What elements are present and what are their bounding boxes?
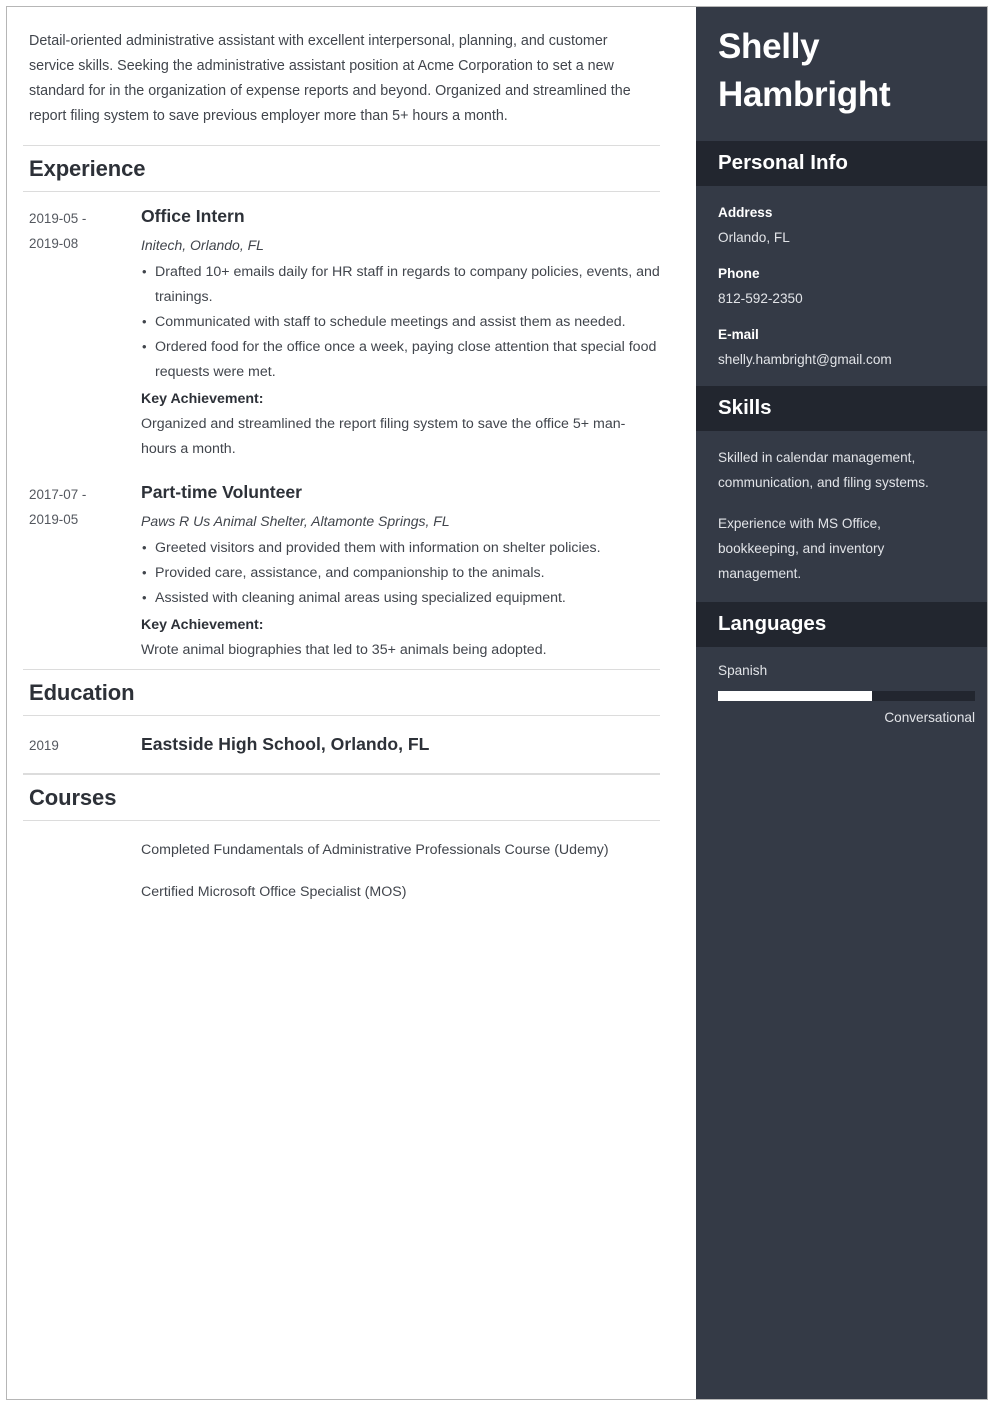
duty-list: Drafted 10+ emails daily for HR staff in… [141,259,660,385]
email-label: E-mail [718,327,759,342]
experience-entry-dates: 2019-05 - 2019-08 [29,204,141,462]
personal-info-heading: Personal Info [718,151,848,174]
courses-body: Completed Fundamentals of Administrative… [23,821,660,913]
job-organization: Paws R Us Animal Shelter, Altamonte Spri… [141,513,450,529]
skill-item: Experience with MS Office, bookkeeping, … [718,516,885,581]
duty-item: Greeted visitors and provided them with … [141,535,660,561]
experience-section: Experience 2019-05 - 2019-08 Office Inte… [23,145,660,669]
language-proficiency-bar [718,691,975,701]
duty-item: Assisted with cleaning animal areas usin… [141,585,660,611]
job-organization: Initech, Orlando, FL [141,237,264,253]
courses-section-header: Courses [23,774,660,821]
job-title: Office Intern [141,206,245,226]
experience-entry-dates: 2017-07 - 2019-05 [29,480,141,663]
education-entry: 2019 Eastside High School, Orlando, FL [23,716,660,774]
course-row: Certified Microsoft Office Specialist (M… [23,871,660,913]
course-date-spacer [29,839,141,861]
course-row: Completed Fundamentals of Administrative… [23,829,660,871]
course-text: Certified Microsoft Office Specialist (M… [141,884,407,900]
name-block: Shelly Hambright [696,7,987,141]
main-column: Detail-oriented administrative assistant… [7,7,696,1399]
skills-header: Skills [696,386,987,431]
candidate-name: Shelly Hambright [718,23,965,119]
duty-list: Greeted visitors and provided them with … [141,535,660,611]
duty-item: Provided care, assistance, and companion… [141,560,660,586]
experience-section-header: Experience [23,145,660,192]
education-school: Eastside High School, Orlando, FL [141,734,430,754]
email-value[interactable]: shelly.hambright@gmail.com [718,347,965,372]
key-achievement-label: Key Achievement: [141,391,264,407]
summary-paragraph: Detail-oriented administrative assistant… [29,33,631,124]
course-date-spacer [29,881,141,903]
key-achievement-text: Organized and streamlined the report fil… [141,416,626,457]
address-label: Address [718,205,773,220]
education-entry-year: 2019 [29,738,59,753]
languages-header: Languages [696,602,987,647]
phone-value[interactable]: 812-592-2350 [718,286,965,311]
candidate-first-name: Shelly [718,27,820,66]
duty-item: Drafted 10+ emails daily for HR staff in… [141,259,660,310]
duty-item: Ordered food for the office once a week,… [141,334,660,385]
experience-entry-body: Part-time Volunteer Paws R Us Animal She… [141,480,660,663]
job-title: Part-time Volunteer [141,482,302,502]
key-achievement-label: Key Achievement: [141,617,264,633]
resume-page: Detail-oriented administrative assistant… [0,0,996,1406]
languages-body: Spanish Conversational [696,647,987,742]
address-value: Orlando, FL [718,230,790,245]
education-heading: Education [29,680,135,705]
key-achievement-text: Wrote animal biographies that led to 35+… [141,642,547,658]
experience-entry: 2017-07 - 2019-05 Part-time Volunteer Pa… [23,468,660,669]
skill-item: Skilled in calendar management, communic… [718,450,929,490]
date-end: 2019-05 [29,512,79,527]
date-end: 2019-08 [29,236,79,251]
skills-heading: Skills [718,396,772,419]
date-start: 2019-05 - [29,211,87,226]
education-section: Education 2019 Eastside High School, Orl… [23,669,660,774]
language-name: Spanish [718,663,768,678]
experience-heading: Experience [29,156,146,181]
experience-entry: 2019-05 - 2019-08 Office Intern Initech,… [23,192,660,468]
personal-info-header: Personal Info [696,141,987,186]
education-section-header: Education [23,669,660,716]
experience-entry-body: Office Intern Initech, Orlando, FL Draft… [141,204,660,462]
resume-sheet: Detail-oriented administrative assistant… [6,6,988,1400]
duty-item: Communicated with staff to schedule meet… [141,309,660,335]
personal-info-body: Address Orlando, FL Phone 812-592-2350 E… [696,186,987,386]
date-start: 2017-07 - [29,487,87,502]
language-level: Conversational [884,710,975,725]
courses-heading: Courses [29,785,117,810]
skills-body: Skilled in calendar management, communic… [696,431,987,602]
course-text: Completed Fundamentals of Administrative… [141,842,609,858]
sidebar: Shelly Hambright Personal Info Address Or… [696,7,987,1399]
candidate-last-name: Hambright [718,75,891,114]
languages-heading: Languages [718,612,827,635]
language-proficiency-fill [718,691,873,701]
language-item: Spanish Conversational [718,661,975,728]
phone-label: Phone [718,266,760,281]
courses-section: Courses Completed Fundamentals of Admini… [23,774,660,913]
